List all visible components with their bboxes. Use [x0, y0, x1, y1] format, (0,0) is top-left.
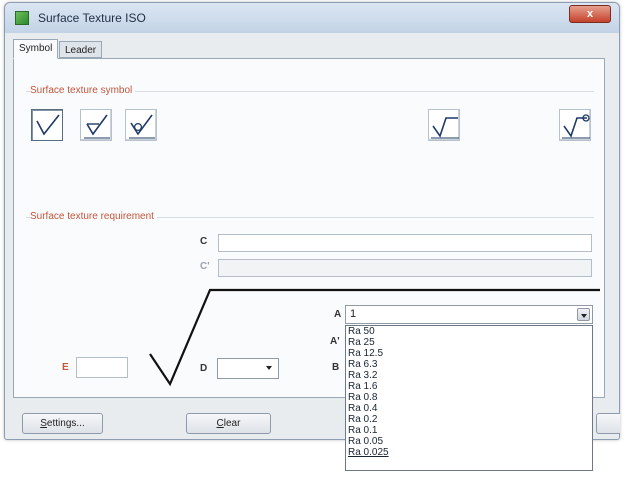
texture-with-line-button[interactable] — [428, 109, 460, 141]
list-item[interactable]: Ra 0.8 — [346, 392, 592, 403]
settings-label: ettings... — [46, 418, 85, 429]
texture-all-around-icon — [562, 114, 590, 139]
machining-required-button[interactable] — [80, 109, 112, 141]
tab-symbol[interactable]: Symbol — [13, 39, 59, 59]
list-item[interactable]: Ra 0.05 — [346, 436, 592, 447]
close-button[interactable]: x — [569, 5, 611, 23]
c-prime-field[interactable] — [218, 259, 592, 277]
requirement-group-label: Surface texture requirement — [30, 211, 157, 222]
window-title: Surface Texture ISO — [38, 11, 146, 25]
list-item[interactable]: Ra 0.4 — [346, 403, 592, 414]
c-prime-label: C' — [200, 261, 210, 272]
list-item[interactable]: Ra 0.1 — [346, 425, 592, 436]
machining-prohibited-icon — [129, 114, 155, 139]
clear-button[interactable]: Clear — [186, 413, 271, 434]
basic-texture-button[interactable] — [31, 109, 63, 141]
a-combobox[interactable]: 1 — [345, 305, 593, 324]
title-bar[interactable]: Surface Texture ISO x — [5, 3, 619, 33]
symbol-group-label: Surface texture symbol — [30, 85, 136, 96]
e-label: E — [62, 362, 69, 373]
a-label: A — [334, 309, 342, 320]
list-item[interactable]: Ra 12.5 — [346, 348, 592, 359]
a-combobox-value: 1 — [350, 308, 357, 320]
machining-required-icon — [84, 114, 110, 139]
settings-button[interactable]: Settings... — [22, 413, 103, 434]
machining-prohibited-button[interactable] — [125, 109, 157, 141]
d-label: D — [200, 363, 208, 374]
e-field[interactable] — [76, 357, 128, 378]
texture-with-line-icon — [431, 117, 459, 139]
clear-mnemonic: C — [216, 418, 224, 429]
settings-mnemonic: S — [40, 418, 47, 429]
d-combobox[interactable] — [217, 358, 279, 379]
c-label: C — [200, 236, 208, 247]
chevron-down-icon[interactable] — [266, 366, 272, 370]
partially-hidden-button[interactable] — [596, 413, 620, 434]
b-label: B — [332, 362, 340, 373]
a-prime-label: A' — [330, 336, 340, 347]
list-item[interactable]: Ra 1.6 — [346, 381, 592, 392]
app-icon — [15, 11, 29, 25]
list-item[interactable]: Ra 25 — [346, 337, 592, 348]
tab-leader[interactable]: Leader — [59, 41, 103, 58]
list-item[interactable]: Ra 3.2 — [346, 370, 592, 381]
a-dropdown-list[interactable]: Ra 50 Ra 25 Ra 12.5 Ra 6.3 Ra 3.2 Ra 1.6… — [345, 325, 593, 471]
basic-texture-icon — [36, 114, 60, 136]
list-item[interactable]: Ra 50 — [346, 326, 592, 337]
texture-all-around-button[interactable] — [559, 109, 591, 141]
list-item[interactable]: Ra 6.3 — [346, 359, 592, 370]
clear-label: lear — [223, 418, 241, 429]
list-item[interactable]: Ra 0.025 — [346, 447, 592, 458]
list-item[interactable]: Ra 0.2 — [346, 414, 592, 425]
chevron-down-icon[interactable] — [577, 308, 590, 321]
c-field[interactable] — [218, 234, 592, 252]
